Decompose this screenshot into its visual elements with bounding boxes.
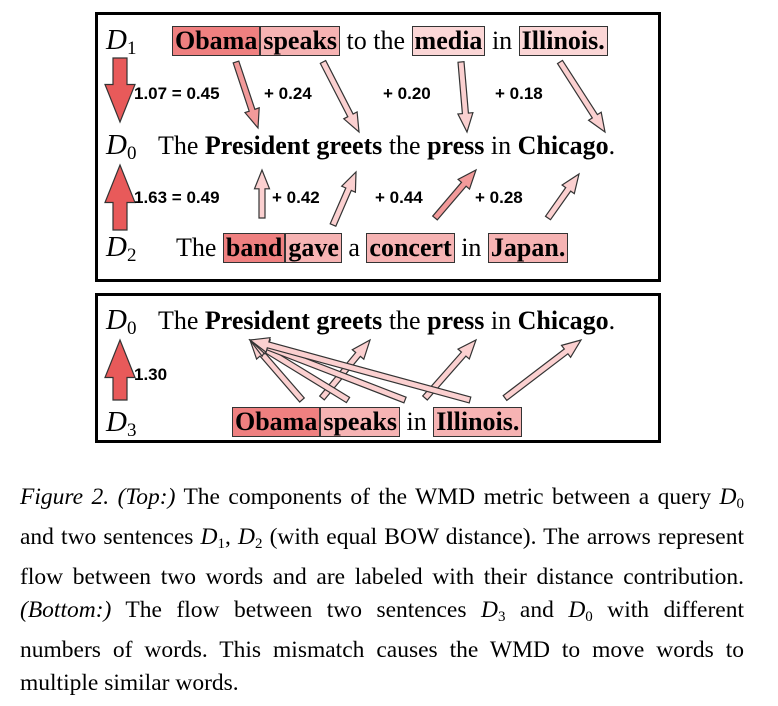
- d3-total-distance: 1.30: [134, 365, 168, 384]
- query-keyword: President: [204, 131, 310, 160]
- d1-label: D1: [106, 24, 137, 59]
- highlighted-word: Obama: [232, 407, 321, 437]
- query-keyword: Chicago: [517, 306, 609, 335]
- d1-total-distance: 1.07 = 0.45: [134, 84, 220, 103]
- figure-caption: Figure 2. (Top:) The components of the W…: [20, 484, 744, 696]
- d2-contribution-3: + 0.44: [375, 188, 423, 207]
- d0-label: D0: [106, 129, 137, 164]
- d2-sentence: The band gave a concert in Japan.: [176, 233, 569, 263]
- sentence-text: in: [485, 26, 519, 55]
- query-keyword: President: [204, 306, 310, 335]
- d0-sentence: The President greets the press in Chicag…: [158, 131, 615, 161]
- sentence-text: the: [382, 306, 428, 335]
- highlighted-word: Obama: [172, 26, 261, 56]
- highlighted-word: Illinois.: [433, 407, 523, 437]
- highlighted-word: gave: [285, 233, 342, 263]
- sentence-text: The: [158, 131, 205, 160]
- query-keyword: Chicago: [517, 131, 609, 160]
- highlighted-word: media: [411, 26, 486, 56]
- sentence-text: the: [382, 131, 428, 160]
- d1-contribution-3: + 0.20: [383, 84, 431, 103]
- query-keyword: greets: [316, 131, 383, 160]
- sentence-text: The: [176, 233, 223, 262]
- query-keyword: greets: [316, 306, 383, 335]
- sentence-text: .: [608, 131, 616, 160]
- highlighted-word: concert: [366, 233, 455, 263]
- query-keyword: press: [427, 306, 485, 335]
- sentence-text: .: [608, 306, 616, 335]
- d2-total-distance: 1.63 = 0.49: [134, 188, 220, 207]
- d3-label: D3: [106, 406, 137, 441]
- highlighted-word: speaks: [320, 407, 401, 437]
- caption-bottom-label: (Bottom:): [20, 597, 112, 623]
- d1-sentence: Obama speaks to the media in Illinois.: [172, 26, 608, 56]
- sentence-text: a: [341, 233, 367, 262]
- sentence-text: in: [484, 131, 518, 160]
- sentence-text: The: [158, 306, 205, 335]
- caption-top-label: (Top:): [117, 484, 176, 510]
- highlighted-word: speaks: [260, 26, 341, 56]
- d1-contribution-2: + 0.24: [264, 84, 312, 103]
- d2-label: D2: [106, 231, 137, 266]
- bottom-d0-label: D0: [106, 304, 137, 339]
- highlighted-word: Illinois.: [518, 26, 608, 56]
- d3-sentence: Obama speaks in Illinois.: [232, 407, 523, 437]
- sentence-text: to the: [340, 26, 412, 55]
- sentence-text: in: [400, 407, 434, 436]
- query-keyword: press: [427, 131, 485, 160]
- d2-contribution-2: + 0.42: [272, 188, 320, 207]
- caption-figure-label: Figure 2.: [20, 484, 110, 510]
- highlighted-word: band: [222, 233, 286, 263]
- highlighted-word: Japan.: [487, 233, 569, 263]
- bottom-d0-sentence: The President greets the press in Chicag…: [158, 306, 615, 336]
- sentence-text: in: [454, 233, 488, 262]
- d1-contribution-4: + 0.18: [495, 84, 543, 103]
- sentence-text: in: [484, 306, 518, 335]
- d2-contribution-4: + 0.28: [475, 188, 523, 207]
